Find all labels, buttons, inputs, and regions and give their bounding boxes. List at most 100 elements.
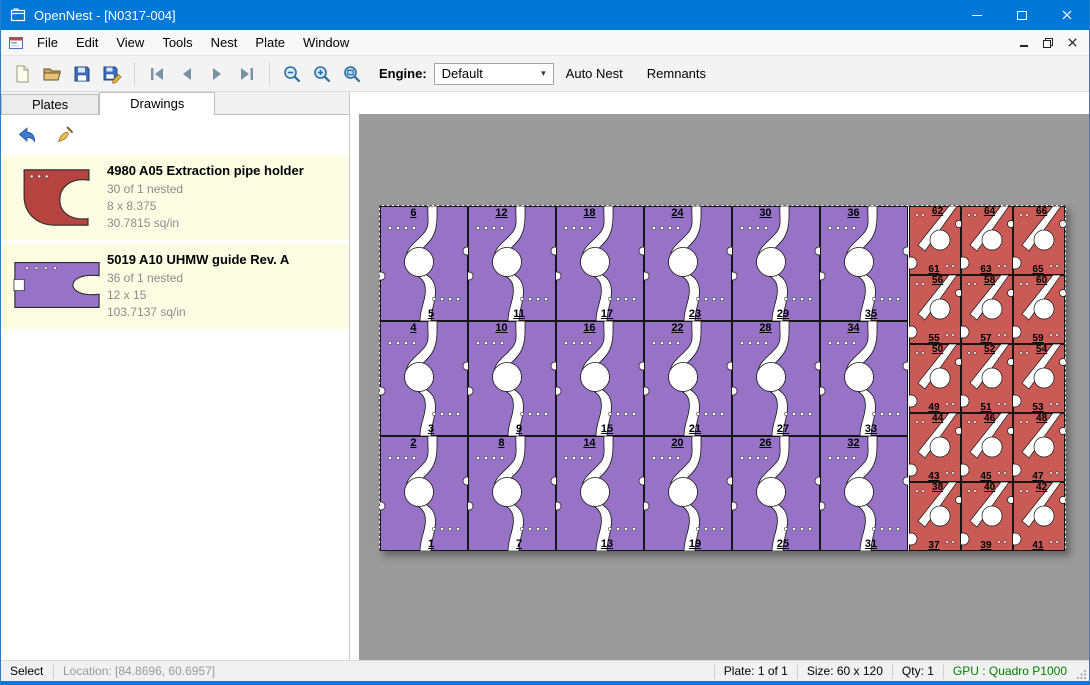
- nested-part-pair-red[interactable]: 6463: [961, 206, 1013, 275]
- nested-part-pair-purple[interactable]: 43: [380, 321, 468, 436]
- nested-part-pair-red[interactable]: 3837: [909, 482, 961, 551]
- part-number: 32: [847, 437, 859, 449]
- nested-part-pair-purple[interactable]: 1615: [556, 321, 644, 436]
- next-plate-button[interactable]: [202, 59, 232, 89]
- previous-plate-button[interactable]: [172, 59, 202, 89]
- part-number: 5: [428, 308, 434, 320]
- part-number: 22: [671, 322, 683, 334]
- nested-part-pair-purple[interactable]: 2625: [732, 436, 820, 551]
- purple-grid: 6512111817242330293635431091615222128273…: [380, 206, 908, 550]
- menu-item-tools[interactable]: Tools: [153, 30, 201, 55]
- first-plate-button[interactable]: [142, 59, 172, 89]
- part-number: 33: [865, 423, 877, 435]
- nested-part-pair-red[interactable]: 5453: [1013, 344, 1065, 413]
- nest-canvas[interactable]: 6512111817242330293635431091615222128273…: [359, 114, 1089, 660]
- drawing-list-item[interactable]: 4980 A05 Extraction pipe holder30 of 1 n…: [1, 155, 349, 240]
- toolbar-separator: [134, 62, 135, 86]
- status-location: Location: [84.8696, 60.6957]: [54, 664, 224, 678]
- nested-part-pair-red[interactable]: 5251: [961, 344, 1013, 413]
- new-button[interactable]: [7, 59, 37, 89]
- nested-part-pair-purple[interactable]: 30 29: [732, 206, 820, 321]
- save-as-button[interactable]: [97, 59, 127, 89]
- drawing-title: 5019 A10 UHMW guide Rev. A: [107, 252, 289, 267]
- save-button[interactable]: [67, 59, 97, 89]
- resize-grip[interactable]: [1076, 661, 1089, 681]
- menu-item-window[interactable]: Window: [294, 30, 358, 55]
- purple-part-shape: [644, 206, 732, 321]
- red-grid: 626164636665 565558576059 504952515453 4443…: [909, 206, 1065, 550]
- mdi-controls: [1012, 30, 1089, 55]
- mdi-close-button[interactable]: [1060, 30, 1084, 55]
- nested-part-pair-red[interactable]: 5857: [961, 275, 1013, 344]
- close-button[interactable]: [1044, 0, 1089, 30]
- part-number: 30: [759, 207, 771, 219]
- return-arrow-button[interactable]: [15, 123, 39, 147]
- part-number: 11: [513, 308, 525, 320]
- minimize-button[interactable]: [954, 0, 999, 30]
- nested-part-pair-purple[interactable]: 21: [380, 436, 468, 551]
- part-number: 17: [601, 308, 613, 320]
- nested-part-pair-red[interactable]: 5655: [909, 275, 961, 344]
- nested-part-pair-red[interactable]: 5049: [909, 344, 961, 413]
- part-number: 53: [1032, 402, 1043, 413]
- nested-part-pair-purple[interactable]: 2019: [644, 436, 732, 551]
- nested-part-pair-purple[interactable]: 2827: [732, 321, 820, 436]
- clean-broom-button[interactable]: [53, 123, 77, 147]
- menu-item-view[interactable]: View: [107, 30, 153, 55]
- nested-part-pair-purple[interactable]: 65: [380, 206, 468, 321]
- nested-part-pair-purple[interactable]: 3231: [820, 436, 908, 551]
- drawing-list-item[interactable]: 5019 A10 UHMW guide Rev. A36 of 1 nested…: [1, 244, 349, 329]
- remnants-button[interactable]: Remnants: [635, 59, 718, 89]
- nested-part-pair-red[interactable]: 4645: [961, 413, 1013, 482]
- last-plate-button[interactable]: [232, 59, 262, 89]
- part-number: 34: [847, 322, 859, 334]
- menu-item-edit[interactable]: Edit: [67, 30, 107, 55]
- window-bottom-border: [1, 681, 1089, 685]
- status-plate-size: Size: 60 x 120: [798, 664, 892, 678]
- open-button[interactable]: [37, 59, 67, 89]
- purple-part-shape: [380, 206, 468, 321]
- part-number: 49: [928, 402, 939, 413]
- part-number: 59: [1032, 333, 1043, 344]
- tab-plates[interactable]: Plates: [1, 94, 99, 114]
- zoom-fit-button[interactable]: [337, 59, 367, 89]
- maximize-button[interactable]: [999, 0, 1044, 30]
- purple-part-shape: [820, 206, 908, 321]
- zoom-out-button[interactable]: [277, 59, 307, 89]
- part-number: 1: [428, 538, 434, 550]
- nested-part-pair-red[interactable]: 4847: [1013, 413, 1065, 482]
- nested-part-pair-purple[interactable]: 87: [468, 436, 556, 551]
- part-number: 65: [1032, 264, 1043, 275]
- toolbar: Engine: Default ▾ Auto Nest Remnants: [1, 56, 1089, 92]
- plate[interactable]: 6512111817242330293635431091615222128273…: [379, 205, 1066, 551]
- menu-item-nest[interactable]: Nest: [202, 30, 247, 55]
- mdi-restore-button[interactable]: [1036, 30, 1060, 55]
- menu-item-file[interactable]: File: [28, 30, 67, 55]
- nested-part-pair-purple[interactable]: 3635: [820, 206, 908, 321]
- part-number: 8: [498, 437, 504, 449]
- menu-item-plate[interactable]: Plate: [246, 30, 294, 55]
- nested-part-pair-purple[interactable]: 1211: [468, 206, 556, 321]
- nested-part-pair-purple[interactable]: 2423: [644, 206, 732, 321]
- part-number: 55: [928, 333, 939, 344]
- nested-part-pair-red[interactable]: 6665: [1013, 206, 1065, 275]
- nested-part-pair-purple[interactable]: 109: [468, 321, 556, 436]
- mdi-minimize-button[interactable]: [1012, 30, 1036, 55]
- part-number: 25: [777, 538, 789, 550]
- zoom-in-button[interactable]: [307, 59, 337, 89]
- nested-part-pair-red[interactable]: 4443: [909, 413, 961, 482]
- window-controls: [954, 0, 1089, 30]
- zoom-fit-icon: [342, 64, 362, 84]
- nested-part-pair-purple[interactable]: 34 33: [820, 321, 908, 436]
- nested-part-pair-red[interactable]: 4241: [1013, 482, 1065, 551]
- nested-part-pair-red[interactable]: 6261: [909, 206, 961, 275]
- nested-part-pair-red[interactable]: 4039: [961, 482, 1013, 551]
- nested-part-pair-purple[interactable]: 1817: [556, 206, 644, 321]
- tab-drawings[interactable]: Drawings: [99, 92, 215, 115]
- nested-part-pair-purple[interactable]: 1413: [556, 436, 644, 551]
- auto-nest-button[interactable]: Auto Nest: [554, 59, 635, 89]
- engine-combobox[interactable]: Default ▾: [434, 63, 554, 85]
- nested-part-pair-red[interactable]: 6059: [1013, 275, 1065, 344]
- part-number: 29: [777, 308, 789, 320]
- nested-part-pair-purple[interactable]: 2221: [644, 321, 732, 436]
